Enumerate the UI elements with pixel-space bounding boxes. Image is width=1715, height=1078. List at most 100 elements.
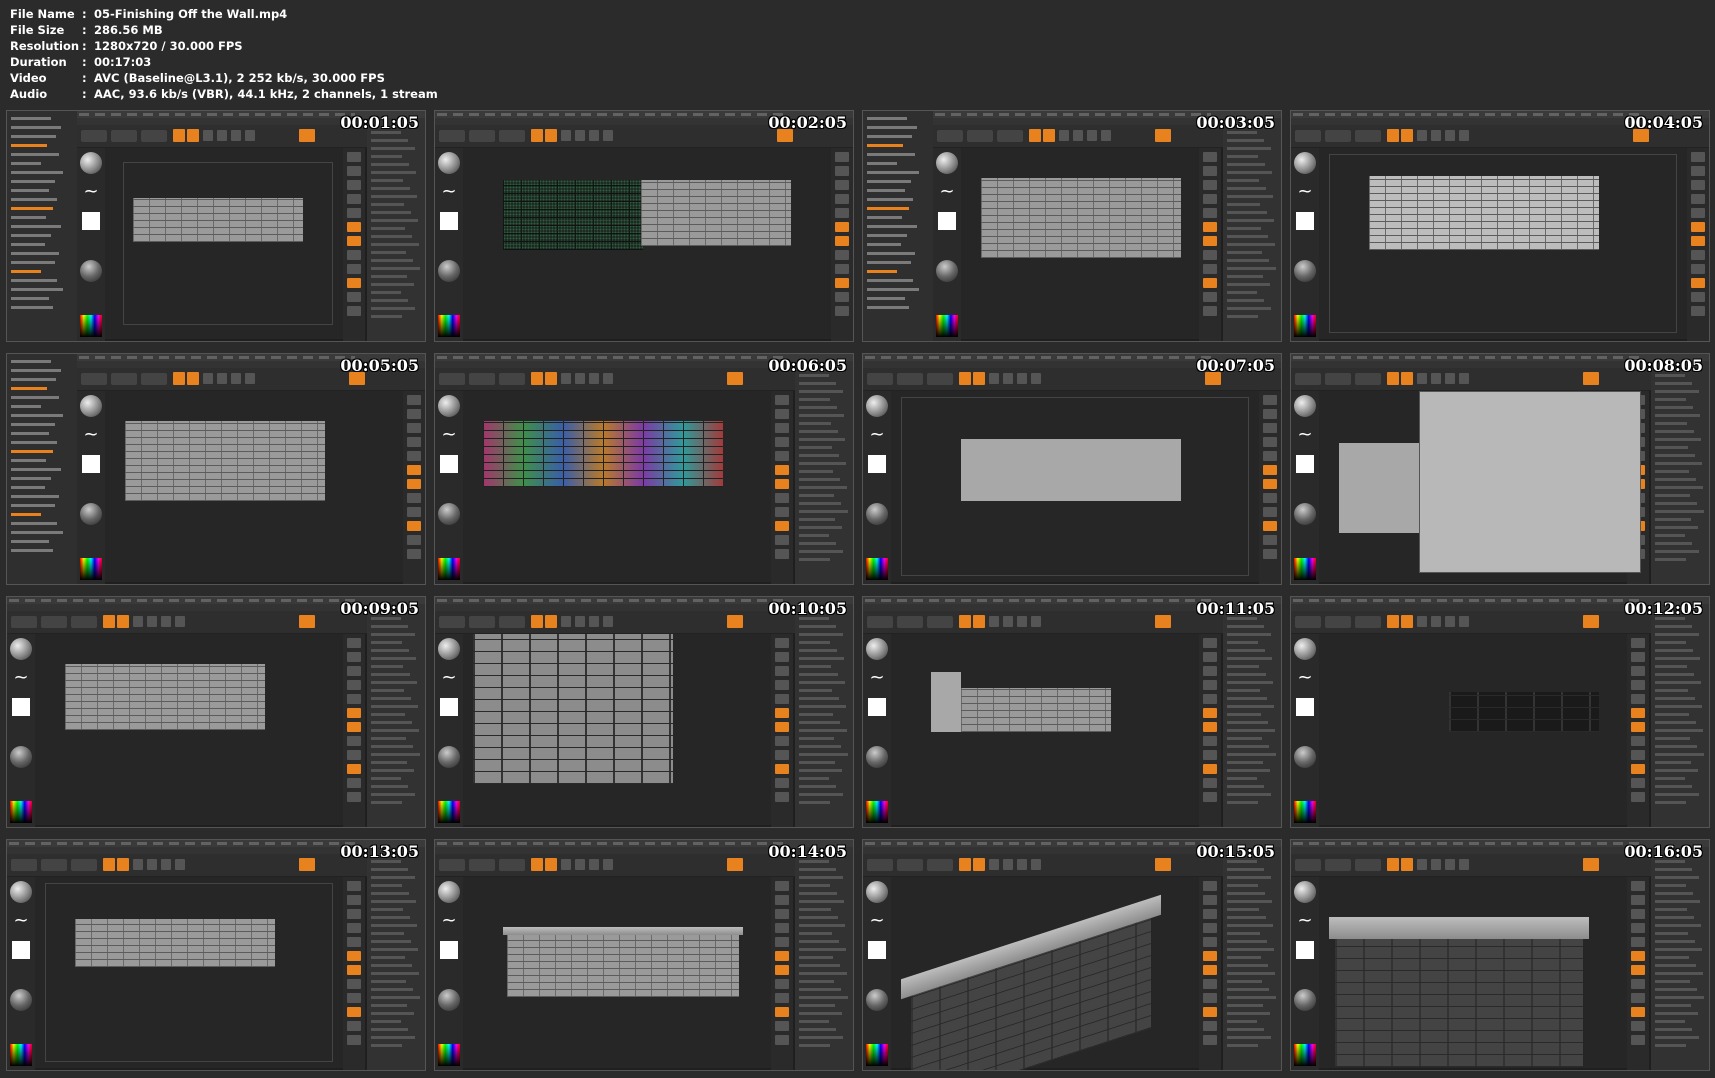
edit-mode-button[interactable] — [1029, 129, 1041, 142]
shelf-button[interactable] — [347, 306, 361, 316]
edit-mode-button[interactable] — [531, 858, 543, 871]
lightbox-button[interactable] — [469, 616, 495, 628]
draw-mode-button[interactable] — [545, 372, 557, 385]
shelf-button[interactable] — [347, 208, 361, 218]
shelf-button[interactable] — [775, 479, 789, 489]
shelf-button[interactable] — [1203, 208, 1217, 218]
draw-mode-button[interactable] — [187, 129, 199, 142]
transform-icon[interactable] — [175, 616, 185, 627]
live-boolean-button[interactable] — [1355, 130, 1381, 142]
shelf-button[interactable] — [407, 423, 421, 433]
shelf-button[interactable] — [1203, 194, 1217, 204]
shelf-button[interactable] — [1691, 250, 1705, 260]
shelf-button[interactable] — [347, 166, 361, 176]
live-boolean-button[interactable] — [927, 373, 953, 385]
shelf-button[interactable] — [1203, 993, 1217, 1003]
shelf-button[interactable] — [775, 736, 789, 746]
shelf-button[interactable] — [347, 722, 361, 732]
shelf-button[interactable] — [1203, 166, 1217, 176]
zadd-button[interactable] — [299, 615, 315, 628]
home-page-button[interactable] — [867, 859, 893, 871]
transform-icon[interactable] — [147, 859, 157, 870]
zadd-button[interactable] — [1583, 372, 1599, 385]
video-thumbnail[interactable]: ~00:07:05 — [862, 353, 1282, 585]
shelf-button[interactable] — [1203, 937, 1217, 947]
shelf-button[interactable] — [1691, 236, 1705, 246]
shelf-button[interactable] — [407, 409, 421, 419]
shelf-button[interactable] — [775, 881, 789, 891]
shelf-button[interactable] — [1631, 708, 1645, 718]
edit-mode-button[interactable] — [959, 615, 971, 628]
zadd-button[interactable] — [1583, 615, 1599, 628]
shelf-button[interactable] — [347, 937, 361, 947]
transform-icon[interactable] — [575, 859, 585, 870]
transform-icon[interactable] — [231, 373, 241, 384]
transform-icon[interactable] — [1459, 859, 1469, 870]
transform-icon[interactable] — [1087, 130, 1097, 141]
shelf-button[interactable] — [1203, 180, 1217, 190]
lightbox-button[interactable] — [897, 373, 923, 385]
shelf-button[interactable] — [347, 1007, 361, 1017]
shelf-button[interactable] — [1203, 638, 1217, 648]
color-picker[interactable] — [866, 558, 888, 580]
shelf-button[interactable] — [347, 778, 361, 788]
shelf-button[interactable] — [775, 722, 789, 732]
transform-icon[interactable] — [231, 130, 241, 141]
draw-mode-button[interactable] — [545, 129, 557, 142]
transform-icon[interactable] — [1059, 130, 1069, 141]
shelf-button[interactable] — [1263, 507, 1277, 517]
transform-icon[interactable] — [1445, 616, 1455, 627]
shelf-button[interactable] — [1203, 722, 1217, 732]
shelf-button[interactable] — [1631, 979, 1645, 989]
shelf-button[interactable] — [347, 250, 361, 260]
zadd-button[interactable] — [1583, 858, 1599, 871]
lightbox-button[interactable] — [1325, 859, 1351, 871]
shelf-button[interactable] — [1203, 736, 1217, 746]
shelf-button[interactable] — [835, 222, 849, 232]
shelf-button[interactable] — [1631, 993, 1645, 1003]
shelf-button[interactable] — [347, 736, 361, 746]
color-picker[interactable] — [80, 315, 102, 337]
live-boolean-button[interactable] — [1355, 616, 1381, 628]
transform-icon[interactable] — [245, 130, 255, 141]
shelf-button[interactable] — [347, 638, 361, 648]
edit-mode-button[interactable] — [1387, 615, 1399, 628]
video-thumbnail[interactable]: ~00:16:05 — [1290, 839, 1710, 1071]
transform-icon[interactable] — [1417, 373, 1427, 384]
video-thumbnail[interactable]: ~00:09:05 — [6, 596, 426, 828]
shelf-button[interactable] — [775, 549, 789, 559]
transform-icon[interactable] — [1431, 859, 1441, 870]
video-thumbnail[interactable]: ~00:05:05 — [6, 353, 426, 585]
color-picker[interactable] — [1294, 801, 1316, 823]
shelf-button[interactable] — [775, 493, 789, 503]
draw-mode-button[interactable] — [1401, 615, 1413, 628]
shelf-button[interactable] — [1263, 395, 1277, 405]
color-picker[interactable] — [438, 558, 460, 580]
transform-icon[interactable] — [1417, 616, 1427, 627]
shelf-button[interactable] — [1203, 923, 1217, 933]
color-picker[interactable] — [438, 801, 460, 823]
shelf-button[interactable] — [1631, 638, 1645, 648]
color-picker[interactable] — [1294, 558, 1316, 580]
transform-icon[interactable] — [603, 373, 613, 384]
shelf-button[interactable] — [347, 1035, 361, 1045]
lightbox-button[interactable] — [967, 130, 993, 142]
lightbox-button[interactable] — [1325, 616, 1351, 628]
shelf-button[interactable] — [835, 236, 849, 246]
edit-mode-button[interactable] — [173, 372, 185, 385]
live-boolean-button[interactable] — [997, 130, 1023, 142]
shelf-button[interactable] — [775, 979, 789, 989]
edit-mode-button[interactable] — [103, 615, 115, 628]
shelf-button[interactable] — [1691, 180, 1705, 190]
video-thumbnail[interactable]: ~00:02:05 — [434, 110, 854, 342]
shelf-button[interactable] — [1203, 264, 1217, 274]
shelf-button[interactable] — [1631, 965, 1645, 975]
live-boolean-button[interactable] — [71, 616, 97, 628]
shelf-button[interactable] — [1691, 166, 1705, 176]
edit-mode-button[interactable] — [1387, 129, 1399, 142]
video-thumbnail[interactable]: ~00:11:05 — [862, 596, 1282, 828]
shelf-button[interactable] — [1203, 292, 1217, 302]
shelf-button[interactable] — [775, 1021, 789, 1031]
shelf-button[interactable] — [1631, 764, 1645, 774]
shelf-button[interactable] — [775, 409, 789, 419]
